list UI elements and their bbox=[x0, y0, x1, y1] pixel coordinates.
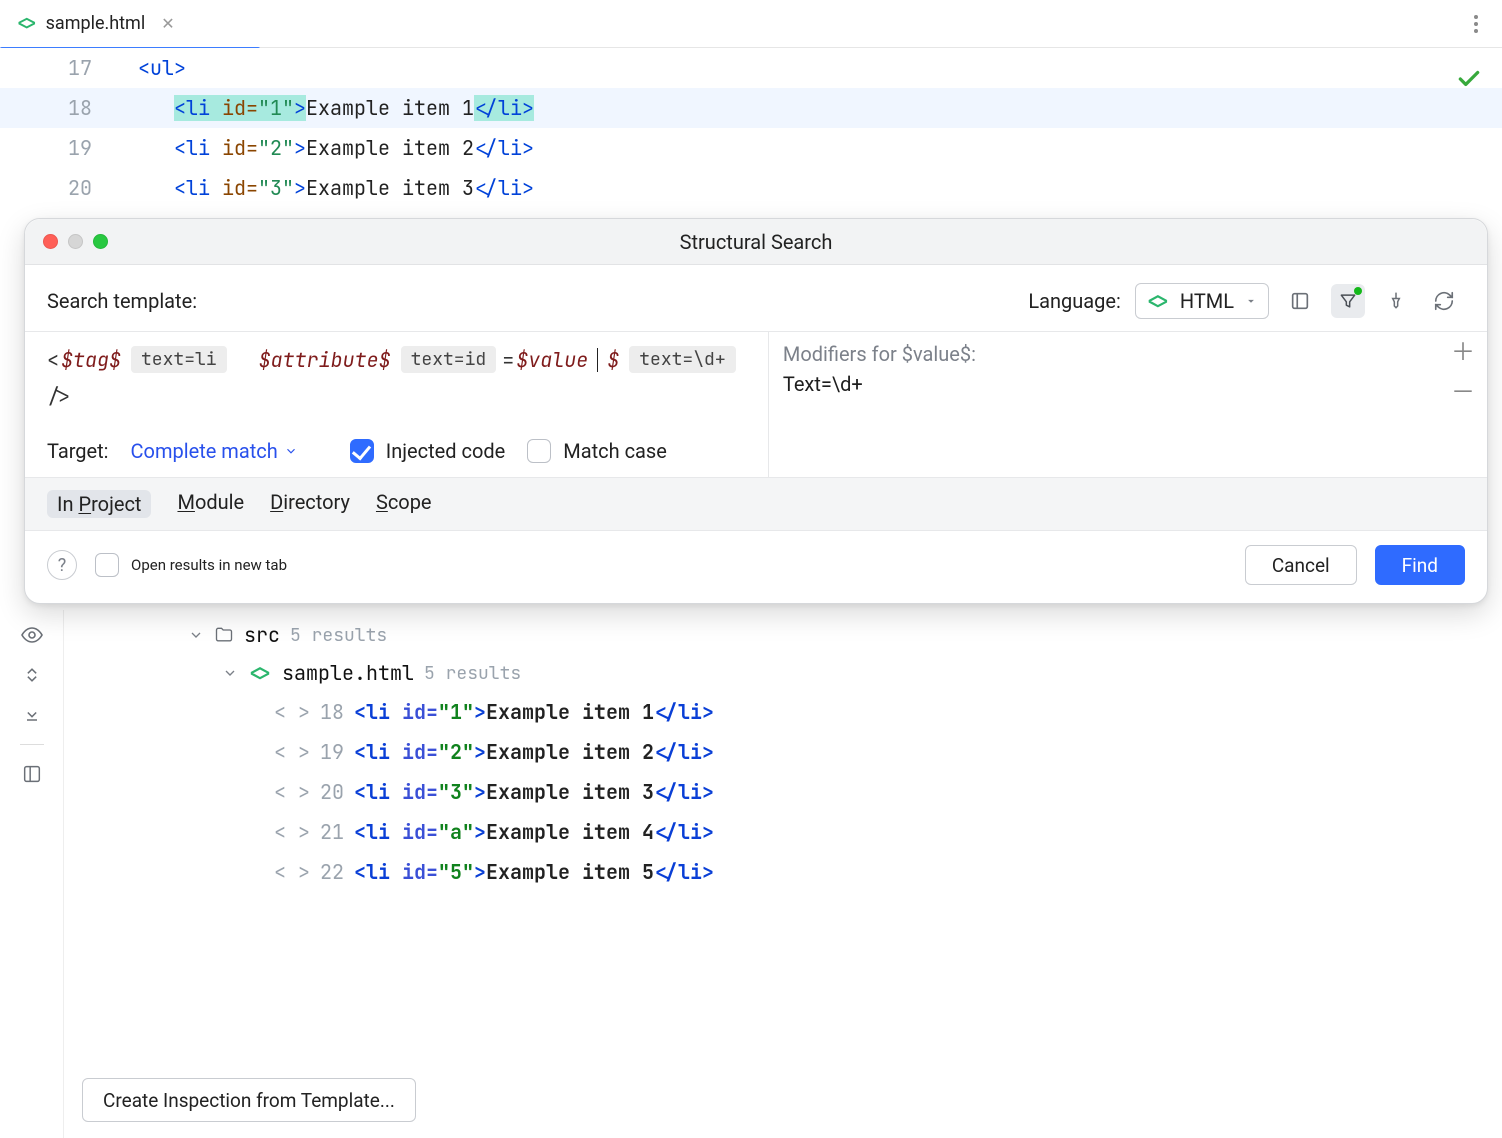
close-window-icon[interactable] bbox=[43, 234, 58, 249]
search-template-label: Search template: bbox=[47, 289, 197, 313]
code-line[interactable]: 20 <li id="3">Example item 3</li> bbox=[0, 168, 1502, 208]
target-dropdown[interactable]: Complete match bbox=[131, 439, 298, 463]
result-row[interactable]: < > 18 <li id="1">Example item 1</li> bbox=[64, 692, 1502, 732]
result-row[interactable]: < > 21 <li id="a">Example item 4</li> bbox=[64, 812, 1502, 852]
search-scope-tabs: In Project Module Directory Scope bbox=[25, 478, 1487, 531]
chevron-down-icon bbox=[1244, 294, 1258, 308]
line-number: 20 bbox=[0, 175, 118, 201]
code-text: <li id="3">Example item 3</li> bbox=[118, 175, 534, 201]
checkbox-icon[interactable] bbox=[527, 439, 551, 463]
result-code: <li id="3">Example item 3</li> bbox=[354, 779, 714, 805]
result-line-number: 22 bbox=[320, 859, 344, 885]
open-new-tab-checkbox[interactable]: Open results in new tab bbox=[95, 553, 287, 577]
result-line-number: 18 bbox=[320, 699, 344, 725]
scope-scope[interactable]: Scope bbox=[376, 490, 432, 518]
code-text: <li id="2">Example item 2</li> bbox=[118, 135, 534, 161]
find-button[interactable]: Find bbox=[1375, 545, 1465, 585]
minimize-window-icon[interactable] bbox=[68, 234, 83, 249]
code-text: <li id="1">Example item 1</li> bbox=[118, 95, 534, 121]
language-dropdown[interactable]: <> HTML bbox=[1135, 283, 1269, 319]
line-number: 18 bbox=[0, 95, 118, 121]
target-label: Target: bbox=[47, 439, 109, 463]
close-icon[interactable]: ✕ bbox=[161, 14, 174, 33]
checkbox-icon[interactable] bbox=[95, 553, 119, 577]
injected-code-checkbox[interactable]: Injected code bbox=[350, 439, 506, 463]
chevron-down-icon[interactable] bbox=[222, 665, 238, 681]
kebab-menu-icon[interactable] bbox=[1458, 15, 1494, 33]
toolwindow-toolbar bbox=[0, 610, 64, 1138]
layout-icon[interactable] bbox=[17, 761, 47, 787]
result-line-number: 19 bbox=[320, 739, 344, 765]
result-row[interactable]: < > 22 <li id="5">Example item 5</li> bbox=[64, 852, 1502, 892]
preview-icon[interactable] bbox=[17, 622, 47, 648]
result-code: <li id="a">Example item 4</li> bbox=[354, 819, 714, 845]
text-caret bbox=[597, 348, 598, 372]
zoom-window-icon[interactable] bbox=[93, 234, 108, 249]
result-file[interactable]: <> sample.html 5 results bbox=[64, 654, 1502, 692]
search-results[interactable]: src 5 results <> sample.html 5 results <… bbox=[64, 610, 1502, 1138]
filter-icon[interactable] bbox=[1331, 284, 1365, 318]
file-tab-label: sample.html bbox=[46, 13, 146, 34]
html-file-icon: <> bbox=[16, 12, 38, 35]
line-number: 17 bbox=[0, 55, 118, 81]
structural-search-dialog: Structural Search Search template: Langu… bbox=[24, 218, 1488, 604]
file-count: 5 results bbox=[424, 662, 521, 685]
editor-tabbar: <> sample.html ✕ bbox=[0, 0, 1502, 48]
code-text: <ul> bbox=[118, 55, 186, 81]
match-case-checkbox[interactable]: Match case bbox=[527, 439, 667, 463]
tag-icon: < > bbox=[274, 859, 310, 885]
html-file-icon: <> bbox=[1146, 288, 1170, 314]
modifiers-value[interactable]: Text=\d+ bbox=[783, 372, 1473, 396]
tag-icon: < > bbox=[274, 779, 310, 805]
tag-icon: < > bbox=[274, 819, 310, 845]
value-chip[interactable]: text=\d+ bbox=[629, 346, 735, 373]
result-row[interactable]: < > 20 <li id="3">Example item 3</li> bbox=[64, 772, 1502, 812]
remove-modifier-icon[interactable]: － bbox=[1449, 380, 1477, 404]
line-number: 19 bbox=[0, 135, 118, 161]
dialog-titlebar[interactable]: Structural Search bbox=[25, 219, 1487, 265]
tag-icon: < > bbox=[274, 739, 310, 765]
updown-icon[interactable] bbox=[17, 662, 47, 688]
folder-label: src bbox=[244, 622, 280, 648]
attr-chip[interactable]: text=id bbox=[401, 346, 497, 373]
checkbox-icon[interactable] bbox=[350, 439, 374, 463]
search-template-input[interactable]: <$tag$ text=li $attribute$ text=id =$val… bbox=[47, 346, 758, 409]
result-row[interactable]: < > 19 <li id="2">Example item 2</li> bbox=[64, 732, 1502, 772]
cancel-button[interactable]: Cancel bbox=[1245, 545, 1357, 585]
result-folder[interactable]: src 5 results bbox=[64, 616, 1502, 654]
scope-in-project[interactable]: In Project bbox=[47, 490, 151, 518]
language-label: Language: bbox=[1028, 289, 1121, 313]
code-line[interactable]: 17 <ul> bbox=[0, 48, 1502, 88]
chevron-down-icon[interactable] bbox=[188, 627, 204, 643]
modifiers-title: Modifiers for $value$: bbox=[783, 342, 1473, 366]
tag-chip[interactable]: text=li bbox=[131, 346, 227, 373]
scope-directory[interactable]: Directory bbox=[270, 490, 350, 518]
inspection-ok-icon[interactable] bbox=[1456, 66, 1482, 92]
result-code: <li id="1">Example item 1</li> bbox=[354, 699, 714, 725]
folder-count: 5 results bbox=[290, 624, 387, 647]
history-icon[interactable] bbox=[1283, 284, 1317, 318]
result-code: <li id="2">Example item 2</li> bbox=[354, 739, 714, 765]
scope-module[interactable]: Module bbox=[177, 490, 244, 518]
collapse-icon[interactable] bbox=[17, 702, 47, 728]
file-tab[interactable]: <> sample.html ✕ bbox=[0, 0, 191, 47]
create-inspection-button[interactable]: Create Inspection from Template... bbox=[82, 1078, 416, 1122]
pin-icon[interactable] bbox=[1379, 284, 1413, 318]
html-file-icon: <> bbox=[248, 660, 272, 686]
code-editor[interactable]: 17 <ul> 18 <li id="1">Example item 1</li… bbox=[0, 48, 1502, 209]
file-label: sample.html bbox=[282, 660, 414, 686]
code-line[interactable]: 19 <li id="2">Example item 2</li> bbox=[0, 128, 1502, 168]
result-code: <li id="5">Example item 5</li> bbox=[354, 859, 714, 885]
add-modifier-icon[interactable]: ＋ bbox=[1449, 340, 1477, 364]
dialog-title: Structural Search bbox=[25, 230, 1487, 254]
language-value: HTML bbox=[1180, 289, 1234, 313]
result-line-number: 21 bbox=[320, 819, 344, 845]
help-icon[interactable]: ? bbox=[47, 550, 77, 580]
refresh-icon[interactable] bbox=[1427, 284, 1461, 318]
result-line-number: 20 bbox=[320, 779, 344, 805]
folder-icon bbox=[214, 625, 234, 645]
tag-icon: < > bbox=[274, 699, 310, 725]
window-traffic-lights[interactable] bbox=[43, 234, 108, 249]
code-line[interactable]: 18 <li id="1">Example item 1</li> bbox=[0, 88, 1502, 128]
